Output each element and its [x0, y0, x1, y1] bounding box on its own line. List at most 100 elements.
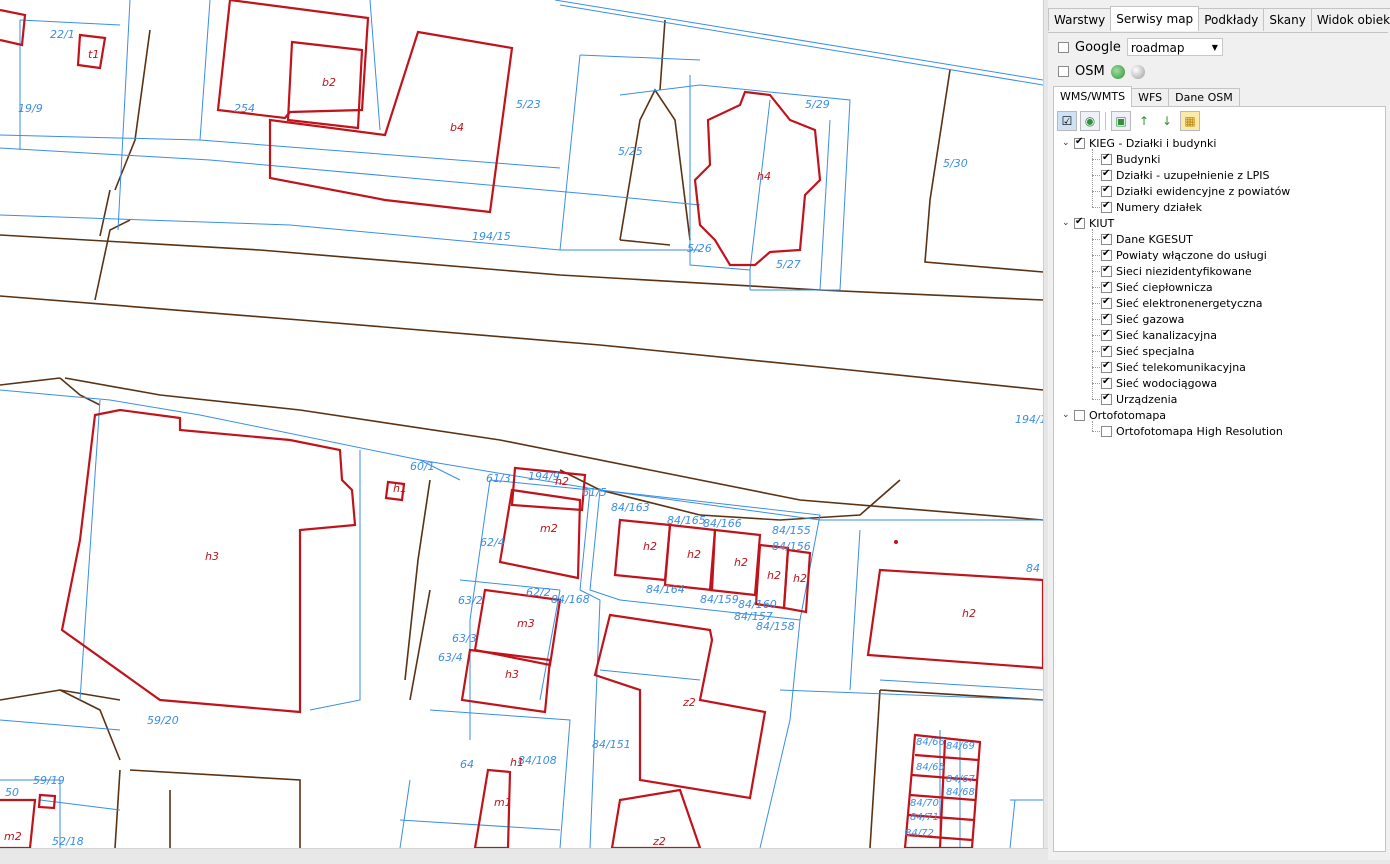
label-29: 63/3	[452, 632, 477, 645]
layer-checkbox[interactable]	[1101, 184, 1112, 197]
blabel-16: m1	[494, 796, 512, 809]
move-down-icon[interactable]: ↓	[1157, 111, 1177, 131]
layer-label: Urządzenia	[1116, 392, 1178, 406]
tree-group-2[interactable]: ⌄ Ortofotomapa	[1062, 407, 1166, 423]
layer-checkbox[interactable]	[1101, 200, 1112, 213]
blabel-20: t1	[88, 48, 99, 61]
layer-label: Działki ewidencyjne z powiatów	[1116, 184, 1291, 198]
layer-checkbox[interactable]	[1101, 328, 1112, 341]
tree-item[interactable]: Powiaty włączone do usługi	[1101, 247, 1267, 263]
check-all-icon[interactable]: ☑	[1057, 111, 1077, 131]
layer-checkbox[interactable]	[1101, 425, 1112, 437]
layer-group-label: KIUT	[1089, 216, 1115, 230]
label-42: 84/67	[946, 774, 975, 785]
layer-checkbox[interactable]	[1101, 360, 1112, 373]
blabel-5: h2	[555, 475, 569, 488]
label-35: 59/19	[33, 774, 65, 787]
tree-item[interactable]: Budynki	[1101, 151, 1160, 167]
layer-checkbox[interactable]	[1101, 152, 1112, 165]
subtab-dane-osm[interactable]: Dane OSM	[1168, 88, 1240, 107]
layer-label: Sieć gazowa	[1116, 312, 1185, 326]
layer-group-label: KIEG - Działki i budynki	[1089, 136, 1217, 150]
tab-widok-obiektow[interactable]: Widok obiektów	[1310, 8, 1390, 31]
map-canvas[interactable]: 22/1 19/9 254 5/23 5/25 5/29 5/30 194/15…	[0, 0, 1043, 848]
tab-serwisy-map[interactable]: Serwisy map	[1110, 6, 1200, 31]
map-view[interactable]: 22/1 19/9 254 5/23 5/25 5/29 5/30 194/15…	[0, 0, 1043, 848]
label-18: 84/163	[611, 501, 650, 514]
layer-label: Numery działek	[1116, 200, 1203, 214]
tree-item[interactable]: Sieć ciepłownicza	[1101, 279, 1213, 295]
layer-checkbox[interactable]	[1101, 232, 1112, 245]
layer-checkbox[interactable]	[1101, 296, 1112, 309]
move-up-icon[interactable]: ↑	[1134, 111, 1154, 131]
tree-item[interactable]: Sieć specjalna	[1101, 343, 1194, 359]
tree-item[interactable]: Sieć kanalizacyjna	[1101, 327, 1217, 343]
tree-item[interactable]: Ortofotomapa High Resolution	[1101, 423, 1283, 439]
label-15: 62/4	[480, 536, 505, 549]
legend-icon[interactable]: ▦	[1180, 111, 1200, 131]
tree-connector	[1092, 367, 1100, 368]
label-24: 84/159	[700, 593, 739, 606]
blabel-15: h2	[962, 607, 976, 620]
tab-warstwy[interactable]: Warstwy	[1048, 8, 1112, 31]
label-8: 5/26	[687, 242, 712, 255]
label-38: 84	[1026, 562, 1040, 575]
tree-item[interactable]: Działki - uzupełnienie z LPIS	[1101, 167, 1270, 183]
tree-item[interactable]: Sieci niezidentyfikowane	[1101, 263, 1252, 279]
blabel-2: h4	[757, 170, 771, 183]
tree-item[interactable]: Sieć gazowa	[1101, 311, 1184, 327]
tree-connector	[1092, 287, 1100, 288]
layer-checkbox[interactable]	[1101, 248, 1112, 261]
tree-connector	[1092, 335, 1100, 336]
wms-toolbar: ☑ ◉ ▣ ↑ ↓ ▦	[1057, 111, 1200, 131]
label-37: 52/18	[52, 835, 84, 848]
layer-checkbox[interactable]	[1101, 264, 1112, 277]
label-41: 84/65	[916, 762, 945, 773]
tree-item[interactable]: Działki ewidencyjne z powiatów	[1101, 183, 1290, 199]
wms-globe-icon[interactable]: ◉	[1080, 111, 1100, 131]
layer-checkbox[interactable]	[1101, 344, 1112, 357]
tree-item[interactable]: Sieć telekomunikacyjna	[1101, 359, 1246, 375]
google-map-type-select[interactable]: roadmap ▼	[1126, 38, 1223, 56]
layer-checkbox[interactable]	[1101, 168, 1112, 181]
subtab-wfs[interactable]: WFS	[1131, 88, 1170, 107]
tree-connector	[1092, 303, 1100, 304]
tree-item[interactable]: Sieć wodociągowa	[1101, 375, 1217, 391]
layer-tree: ⌄ KIEG - Działki i budynki Budynki Działki …	[1054, 135, 1384, 835]
layer-checkbox[interactable]	[1074, 216, 1085, 229]
add-layer-icon[interactable]: ▣	[1111, 111, 1131, 131]
tree-group-0[interactable]: ⌄ KIEG - Działki i budynki	[1062, 135, 1216, 151]
layer-checkbox[interactable]	[1074, 136, 1085, 149]
layer-label: Dane KGESUT	[1116, 232, 1193, 246]
layer-checkbox[interactable]	[1101, 312, 1112, 325]
tree-item[interactable]: Dane KGESUT	[1101, 231, 1193, 247]
label-5: 5/29	[805, 98, 830, 111]
layer-checkbox[interactable]	[1101, 376, 1112, 389]
layer-label: Sieć telekomunikacyjna	[1116, 360, 1246, 374]
layer-checkbox[interactable]	[1101, 392, 1112, 405]
label-16: 62/2	[526, 586, 551, 599]
tree-group-1[interactable]: ⌄ KIUT	[1062, 215, 1114, 231]
tree-item[interactable]: Sieć elektronenergetyczna	[1101, 295, 1263, 311]
toolbar-separator	[1105, 112, 1106, 130]
tab-skany[interactable]: Skany	[1263, 8, 1312, 31]
collapse-icon[interactable]: ⌄	[1062, 138, 1071, 148]
subtab-wms-wmts[interactable]: WMS/WMTS	[1053, 86, 1133, 107]
google-checkbox[interactable]	[1058, 41, 1069, 53]
tab-podklady[interactable]: Podkłady	[1198, 8, 1265, 31]
osm-globe-icon[interactable]	[1110, 64, 1125, 79]
blabel-8: h2	[687, 548, 701, 561]
osm-eraser-icon[interactable]	[1130, 64, 1145, 79]
layer-checkbox[interactable]	[1101, 280, 1112, 293]
osm-checkbox[interactable]	[1058, 66, 1069, 77]
collapse-icon[interactable]: ⌄	[1062, 410, 1071, 420]
layer-label: Sieć wodociągowa	[1116, 376, 1218, 390]
tree-item[interactable]: Urządzenia	[1101, 391, 1177, 407]
layer-label: Budynki	[1116, 152, 1161, 166]
tree-item[interactable]: Numery działek	[1101, 199, 1202, 215]
label-11: 60/1	[410, 460, 435, 473]
collapse-icon[interactable]: ⌄	[1062, 218, 1071, 228]
blabel-17: h1	[510, 756, 524, 769]
tree-connector	[1092, 255, 1100, 256]
layer-checkbox[interactable]	[1074, 409, 1085, 421]
